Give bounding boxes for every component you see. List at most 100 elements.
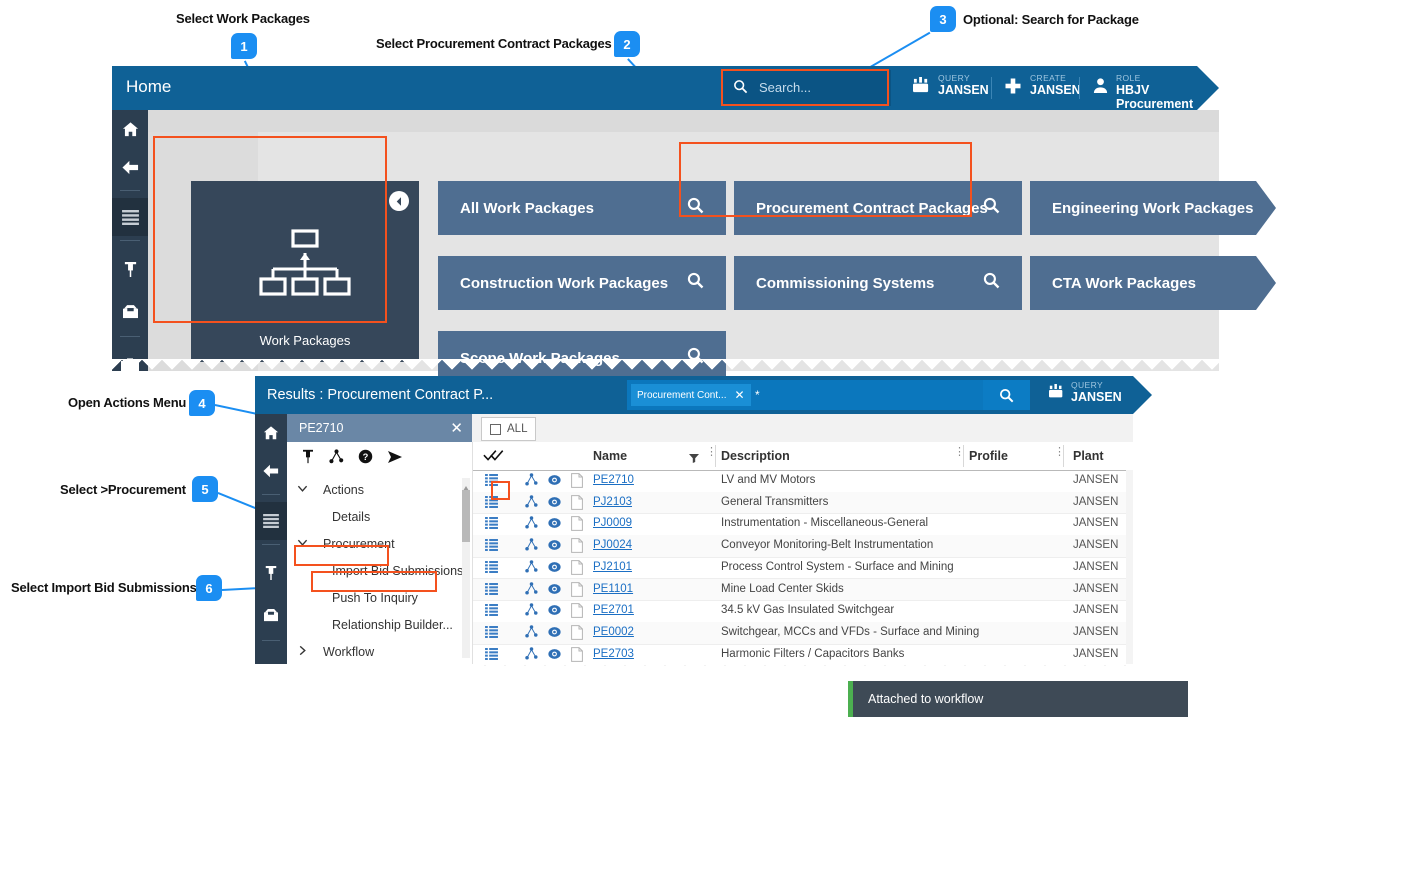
row-network-icon[interactable] xyxy=(525,494,538,511)
rail-item-back[interactable] xyxy=(112,148,148,186)
action-item-import-bid-submissions[interactable]: Import Bid Submissions xyxy=(287,557,472,584)
row-name-link[interactable]: PJ2101 xyxy=(593,561,632,573)
row-actions-menu-icon[interactable] xyxy=(485,582,498,598)
action-item-details[interactable]: Details xyxy=(287,503,472,530)
rail-item-home[interactable] xyxy=(112,110,148,148)
results-query-bar[interactable]: Procurement Cont... ✕ * xyxy=(627,380,1030,410)
row-preview-icon[interactable] xyxy=(548,626,561,641)
column-header-name[interactable]: Name xyxy=(593,442,627,470)
tab-pe2710[interactable]: PE2710 ✕ xyxy=(287,414,472,442)
chevron-right-icon[interactable] xyxy=(297,645,308,659)
table-row[interactable]: PE0002 Switchgear, MCCs and VFDs - Surfac… xyxy=(473,621,1133,645)
row-preview-icon[interactable] xyxy=(548,474,561,489)
header-create-jansen[interactable]: CREATE JANSEN xyxy=(1004,73,1081,103)
row-actions-menu-icon[interactable] xyxy=(485,604,498,619)
results-rail-item-inbox[interactable] xyxy=(255,596,287,634)
tile-search-icon[interactable] xyxy=(983,197,1000,219)
table-row[interactable]: PE2703 Harmonic Filters / Capacitors Bank… xyxy=(473,644,1133,667)
row-network-icon[interactable] xyxy=(525,581,538,598)
chevron-down-icon[interactable] xyxy=(297,537,308,551)
row-name-link[interactable]: PJ2103 xyxy=(593,496,632,508)
tile-search-icon[interactable] xyxy=(687,197,704,219)
header-role[interactable]: ROLE HBJV Procurement xyxy=(1092,73,1197,111)
row-network-icon[interactable] xyxy=(525,646,538,663)
row-preview-icon[interactable] xyxy=(548,539,561,554)
row-preview-icon[interactable] xyxy=(548,583,561,598)
action-item-actions[interactable]: Actions xyxy=(287,476,472,503)
tile-all-work-packages[interactable]: All Work Packages xyxy=(438,181,726,235)
row-network-icon[interactable] xyxy=(525,560,538,576)
table-row[interactable]: PE2710 LV and MV Motors JANSEN xyxy=(473,470,1133,493)
table-row[interactable]: PJ2101 Process Control System - Surface a… xyxy=(473,557,1133,580)
tile-commissioning-systems[interactable]: Commissioning Systems xyxy=(734,256,1022,310)
table-row[interactable]: PE2701 34.5 kV Gas Insulated Switchgear JA… xyxy=(473,600,1133,623)
tile-engineering-work-packages[interactable]: Engineering Work Packages xyxy=(1030,181,1256,235)
back-circle-icon[interactable] xyxy=(389,191,409,211)
row-network-icon[interactable] xyxy=(525,603,538,619)
tile-procurement-contract-packages[interactable]: Procurement Contract Packages xyxy=(734,181,1022,235)
action-item-procurement[interactable]: Procurement xyxy=(287,530,472,557)
results-rail-item-home[interactable] xyxy=(255,414,287,452)
row-name-link[interactable]: PE0002 xyxy=(593,626,634,638)
row-actions-menu-icon[interactable] xyxy=(485,517,498,532)
row-name-link[interactable]: PJ0009 xyxy=(593,517,632,529)
tile-search-icon[interactable] xyxy=(687,272,704,294)
row-actions-menu-icon[interactable] xyxy=(485,560,498,576)
row-actions-menu-icon[interactable] xyxy=(485,625,498,641)
rail-item-pin[interactable] xyxy=(112,250,148,288)
action-item-push-to-inquiry[interactable]: Push To Inquiry xyxy=(287,584,472,611)
row-preview-icon[interactable] xyxy=(548,517,561,532)
actions-panel-scrollbar[interactable] xyxy=(462,478,470,658)
pin-icon[interactable] xyxy=(301,449,315,469)
row-name-link[interactable]: PE2703 xyxy=(593,648,634,660)
table-row[interactable]: PJ0024 Conveyor Monitoring-Belt Instrumen… xyxy=(473,535,1133,558)
filter-icon[interactable] xyxy=(689,450,699,468)
column-header-description[interactable]: Description xyxy=(721,442,790,470)
table-row[interactable]: PE1101 Mine Load Center Skids JANSEN xyxy=(473,578,1133,602)
column-header-profile[interactable]: Profile xyxy=(969,442,1008,470)
query-chip[interactable]: Procurement Cont... ✕ xyxy=(631,384,751,406)
results-rail-item-back[interactable] xyxy=(255,452,287,490)
tile-work-packages-active[interactable]: Work Packages xyxy=(191,181,419,362)
tile-cta-work-packages[interactable]: CTA Work Packages xyxy=(1030,256,1256,310)
row-name-link[interactable]: PE2710 xyxy=(593,474,634,486)
query-chip-close-icon[interactable]: ✕ xyxy=(734,388,744,402)
row-network-icon[interactable] xyxy=(525,473,538,489)
row-preview-icon[interactable] xyxy=(548,561,561,576)
table-scrollbar[interactable] xyxy=(1126,470,1133,664)
row-actions-menu-icon[interactable] xyxy=(485,474,498,489)
help-icon[interactable]: ? xyxy=(358,449,373,469)
table-row[interactable]: PJ2103 General Transmitters JANSEN xyxy=(473,491,1133,515)
row-actions-menu-icon[interactable] xyxy=(485,647,498,663)
results-rail-item-pin[interactable] xyxy=(255,554,287,592)
results-rail-item-list[interactable] xyxy=(255,502,287,540)
row-actions-menu-icon[interactable] xyxy=(485,539,498,554)
row-name-link[interactable]: PE2701 xyxy=(593,604,634,616)
row-preview-icon[interactable] xyxy=(548,604,561,619)
send-icon[interactable] xyxy=(387,450,403,469)
search-input[interactable]: Search... xyxy=(723,70,891,106)
tile-search-icon[interactable] xyxy=(983,272,1000,294)
results-header-query[interactable]: QUERY JANSEN xyxy=(1048,380,1122,410)
row-network-icon[interactable] xyxy=(525,516,538,532)
rail-item-inbox[interactable] xyxy=(112,292,148,330)
action-item-workflow[interactable]: Workflow xyxy=(287,638,472,665)
table-row[interactable]: PJ0009 Instrumentation - Miscellaneous-Ge… xyxy=(473,513,1133,537)
network-icon[interactable] xyxy=(329,449,344,469)
rail-item-list[interactable] xyxy=(112,198,148,236)
chevron-down-icon[interactable] xyxy=(297,483,308,497)
query-search-button[interactable] xyxy=(983,380,1030,410)
row-network-icon[interactable] xyxy=(525,625,538,641)
action-item-relationship-builder-[interactable]: Relationship Builder... xyxy=(287,611,472,638)
close-icon[interactable]: ✕ xyxy=(450,419,463,437)
all-filter-button[interactable]: ALL xyxy=(481,417,537,441)
row-preview-icon[interactable] xyxy=(548,496,561,511)
row-name-link[interactable]: PJ0024 xyxy=(593,539,632,551)
column-header-plant[interactable]: Plant xyxy=(1073,442,1104,470)
scrollbar-thumb[interactable] xyxy=(462,490,470,542)
row-actions-menu-icon[interactable] xyxy=(485,495,498,511)
row-preview-icon[interactable] xyxy=(548,648,561,663)
row-name-link[interactable]: PE1101 xyxy=(593,583,633,595)
tile-construction-work-packages[interactable]: Construction Work Packages xyxy=(438,256,726,310)
row-network-icon[interactable] xyxy=(525,538,538,554)
